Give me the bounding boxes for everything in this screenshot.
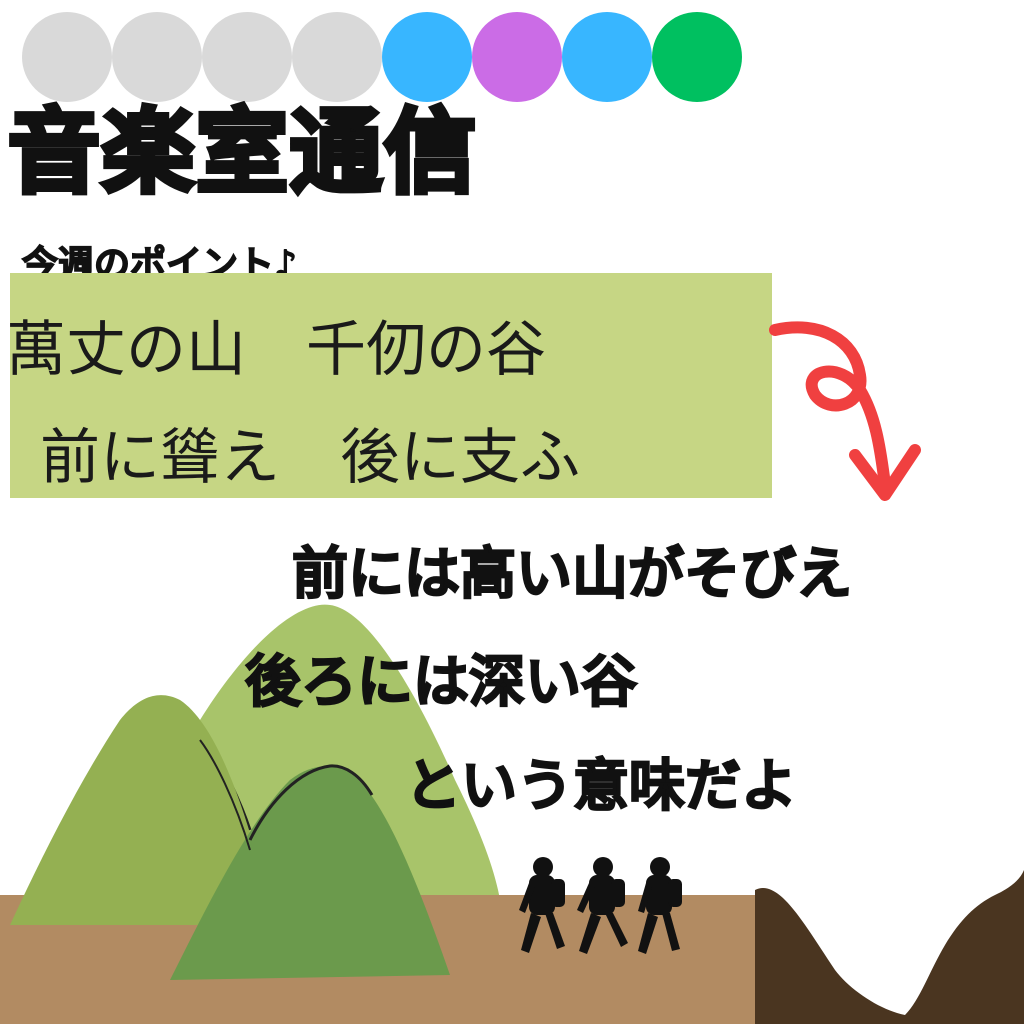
poster-canvas: 音楽室通信 今週のポイント♪ 萬丈の山 千仞の谷 前に聳え 後に支ふ 前には高い… [0, 0, 1024, 1024]
curly-arrow-icon [769, 321, 921, 501]
meaning-line-2: 後ろには深い谷 [244, 649, 638, 716]
cliff [755, 870, 1024, 1024]
meaning-line-3: という意味だよ [404, 753, 798, 820]
meaning-line-1: 前には高い山がそびえ [291, 541, 853, 608]
